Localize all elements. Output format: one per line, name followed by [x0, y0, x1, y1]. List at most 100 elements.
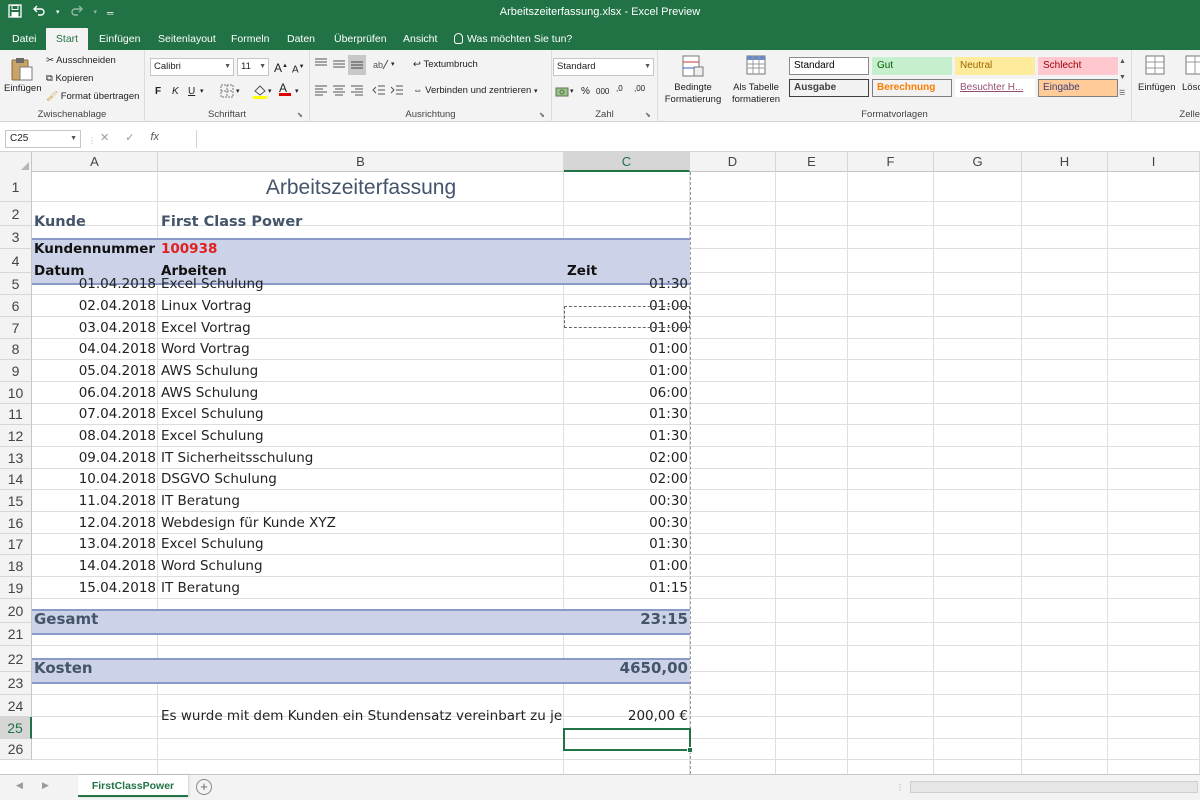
entry-time-cell[interactable]: 01:30: [564, 274, 688, 294]
underline-dropdown-icon[interactable]: ▾: [200, 86, 204, 98]
thousands-separator-button[interactable]: 000: [596, 86, 609, 98]
column-header-b[interactable]: B: [158, 152, 564, 172]
font-size-combo[interactable]: 11 ▼: [237, 58, 269, 76]
decrease-indent-button[interactable]: [372, 84, 386, 100]
conditional-formatting-icon[interactable]: [681, 54, 705, 81]
align-left-button[interactable]: [314, 84, 328, 100]
increase-indent-button[interactable]: [390, 84, 404, 100]
entry-work-cell[interactable]: IT Beratung: [161, 491, 240, 511]
align-top-button[interactable]: [314, 58, 328, 74]
row-header-17[interactable]: 17: [0, 534, 32, 555]
entry-work-cell[interactable]: Webdesign für Kunde XYZ: [161, 513, 336, 533]
tell-me-search[interactable]: Was möchten Sie tun?: [454, 28, 572, 50]
tab-formeln[interactable]: Formeln: [225, 28, 276, 50]
row-header-16[interactable]: 16: [0, 512, 32, 534]
dialog-launcher-icon[interactable]: ⬊: [645, 110, 651, 122]
column-header-a[interactable]: A: [32, 152, 158, 172]
underline-button[interactable]: U: [188, 86, 195, 98]
total-value[interactable]: 23:15: [564, 610, 688, 628]
entry-time-cell[interactable]: 01:30: [564, 426, 688, 446]
tab-ueberpruefen[interactable]: Überprüfen: [328, 28, 393, 50]
italic-button[interactable]: K: [172, 86, 179, 98]
row-header-10[interactable]: 10: [0, 382, 32, 404]
row-header-8[interactable]: 8: [0, 339, 32, 360]
tab-splitter-icon[interactable]: ⋮: [896, 782, 904, 794]
entry-date-cell[interactable]: 02.04.2018: [32, 296, 156, 316]
entry-date-cell[interactable]: 14.04.2018: [32, 556, 156, 576]
number-format-combo[interactable]: Standard ▼: [553, 58, 654, 76]
cell-style-ausgabe[interactable]: Ausgabe: [789, 79, 869, 97]
entry-work-cell[interactable]: IT Sicherheitsschulung: [161, 448, 313, 468]
cancel-icon[interactable]: ✕: [100, 131, 109, 144]
row-header-18[interactable]: 18: [0, 555, 32, 577]
paste-button[interactable]: Einfügen: [4, 83, 42, 95]
entry-date-cell[interactable]: 10.04.2018: [32, 470, 156, 489]
increase-decimal-button[interactable]: ,0: [616, 85, 623, 93]
borders-button[interactable]: [220, 84, 234, 102]
tab-ansicht[interactable]: Ansicht: [397, 28, 443, 50]
entry-time-cell[interactable]: 06:00: [564, 383, 688, 403]
entry-date-cell[interactable]: 04.04.2018: [32, 340, 156, 359]
column-header-g[interactable]: G: [934, 152, 1022, 172]
row-header-2[interactable]: 2: [0, 202, 32, 226]
shrink-font-button[interactable]: A▼: [292, 61, 305, 76]
entry-date-cell[interactable]: 08.04.2018: [32, 426, 156, 446]
rate-text[interactable]: Es wurde mit dem Kunden ein Stundensatz …: [161, 708, 562, 724]
row-header-25[interactable]: 25: [0, 717, 32, 739]
entry-work-cell[interactable]: Excel Schulung: [161, 405, 264, 424]
entry-work-cell[interactable]: Excel Schulung: [161, 426, 264, 446]
orientation-dropdown-icon[interactable]: ▾: [391, 59, 395, 71]
cell-style-eingabe[interactable]: Eingabe: [1038, 79, 1118, 97]
cost-label[interactable]: Kosten: [34, 659, 93, 677]
formula-input[interactable]: [196, 130, 1196, 148]
customer-label[interactable]: Kunde: [34, 214, 86, 230]
entry-date-cell[interactable]: 03.04.2018: [32, 318, 156, 338]
borders-dropdown-icon[interactable]: ▾: [236, 86, 240, 98]
fill-color-button[interactable]: [252, 83, 268, 103]
decrease-decimal-button[interactable]: ,00: [634, 85, 645, 93]
copy-button[interactable]: ⧉ Kopieren: [46, 73, 93, 85]
cell-style-gut[interactable]: Gut: [872, 57, 952, 75]
orientation-button[interactable]: ab: [372, 57, 390, 75]
tab-einfuegen[interactable]: Einfügen: [93, 28, 146, 50]
cell-style-berechnung[interactable]: Berechnung: [872, 79, 952, 97]
entry-work-cell[interactable]: Word Schulung: [161, 556, 263, 576]
font-color-dropdown-icon[interactable]: ▾: [295, 86, 299, 98]
row-header-6[interactable]: 6: [0, 295, 32, 317]
format-as-table-button[interactable]: Als Tabelle formatieren: [725, 82, 787, 106]
row-header-13[interactable]: 13: [0, 447, 32, 469]
selected-cell[interactable]: [563, 728, 691, 751]
row-header-26[interactable]: 26: [0, 739, 32, 760]
customer-value[interactable]: First Class Power: [161, 214, 302, 230]
entry-work-cell[interactable]: Linux Vortrag: [161, 296, 251, 316]
entry-work-cell[interactable]: Excel Vortrag: [161, 318, 251, 338]
row-header-4[interactable]: 4: [0, 249, 32, 273]
row-header-23[interactable]: 23: [0, 672, 32, 695]
entry-date-cell[interactable]: 09.04.2018: [32, 448, 156, 468]
entry-date-cell[interactable]: 07.04.2018: [32, 405, 156, 424]
select-all-corner[interactable]: [0, 152, 32, 172]
entry-work-cell[interactable]: AWS Schulung: [161, 361, 258, 381]
gallery-more-icon[interactable]: ☰: [1119, 88, 1125, 100]
customer-number-label[interactable]: Kundennummer: [34, 241, 155, 257]
row-header-24[interactable]: 24: [0, 695, 32, 717]
column-header-d[interactable]: D: [690, 152, 776, 172]
entry-work-cell[interactable]: Word Vortrag: [161, 340, 250, 359]
entry-time-cell[interactable]: 00:30: [564, 491, 688, 511]
row-header-1[interactable]: 1: [0, 172, 32, 202]
entry-time-cell[interactable]: 01:15: [564, 578, 688, 598]
tab-daten[interactable]: Daten: [281, 28, 321, 50]
delete-cells-button[interactable]: Lösc: [1182, 82, 1200, 94]
fill-handle[interactable]: [687, 747, 693, 753]
accounting-dropdown-icon[interactable]: ▾: [570, 86, 574, 98]
align-bottom-button[interactable]: [348, 55, 366, 75]
cost-value[interactable]: 4650,00: [564, 659, 688, 677]
align-right-button[interactable]: [350, 84, 364, 100]
customer-number-value[interactable]: 100938: [161, 241, 217, 257]
entry-time-cell[interactable]: 01:00: [564, 361, 688, 381]
entry-work-cell[interactable]: DSGVO Schulung: [161, 470, 277, 489]
entry-time-cell[interactable]: 01:00: [564, 340, 688, 359]
entry-date-cell[interactable]: 06.04.2018: [32, 383, 156, 403]
cell-style-besuchter-h[interactable]: Besuchter H...: [955, 79, 1035, 97]
row-header-19[interactable]: 19: [0, 577, 32, 599]
